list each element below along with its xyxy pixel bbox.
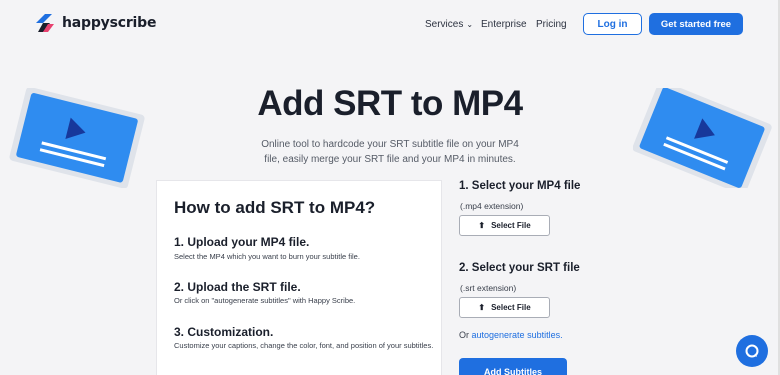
get-started-button[interactable]: Get started free (649, 13, 743, 35)
upload-icon: ⬆ (478, 221, 486, 230)
nav-services-label: Services (425, 19, 464, 30)
login-button[interactable]: Log in (583, 13, 642, 35)
howto-title: How to add SRT to MP4? (174, 198, 376, 217)
nav-enterprise[interactable]: Enterprise (481, 19, 527, 30)
step-3-desc: Customize your captions, change the colo… (174, 341, 434, 350)
srt-section-title: 2. Select your SRT file (459, 262, 580, 274)
nav-services[interactable]: Services ⌄ (425, 19, 473, 30)
page: happyscribe Services ⌄ Enterprise Pricing… (0, 0, 780, 375)
srt-extension-hint: (.srt extension) (460, 283, 517, 293)
chat-icon (745, 344, 759, 358)
select-srt-button[interactable]: ⬆ Select File (459, 297, 550, 318)
autogenerate-line: Or autogenerate subtitles. (459, 330, 563, 340)
step-1-title: 1. Upload your MP4 file. (174, 235, 310, 249)
step-2-title: 2. Upload the SRT file. (174, 280, 301, 294)
autogenerate-subtitles-link[interactable]: autogenerate subtitles. (472, 330, 563, 340)
select-mp4-button[interactable]: ⬆ Select File (459, 215, 550, 236)
select-mp4-label: Select File (491, 221, 531, 230)
upload-icon: ⬆ (478, 303, 486, 312)
or-text: Or (459, 330, 469, 340)
mp4-section-title: 1. Select your MP4 file (459, 180, 581, 192)
select-srt-label: Select File (491, 303, 531, 312)
nav-pricing[interactable]: Pricing (536, 19, 567, 30)
chevron-down-icon: ⌄ (466, 20, 474, 29)
howto-card: How to add SRT to MP4? 1. Upload your MP… (156, 180, 442, 375)
logo[interactable]: happyscribe (36, 12, 156, 34)
logo-text: happyscribe (62, 15, 157, 31)
step-1-desc: Select the MP4 which you want to burn yo… (174, 252, 360, 261)
page-title: Add SRT to MP4 (257, 84, 523, 123)
step-3-title: 3. Customization. (174, 325, 274, 339)
add-subtitles-button[interactable]: Add Subtitles (459, 358, 567, 375)
step-2-desc: Or click on "autogenerate subtitles" wit… (174, 296, 356, 305)
mp4-extension-hint: (.mp4 extension) (460, 201, 524, 211)
header: happyscribe Services ⌄ Enterprise Pricing… (0, 0, 778, 50)
page-subtitle: Online tool to hardcode your SRT subtitl… (261, 139, 519, 165)
logo-icon (36, 14, 54, 32)
chat-button[interactable] (736, 335, 768, 367)
